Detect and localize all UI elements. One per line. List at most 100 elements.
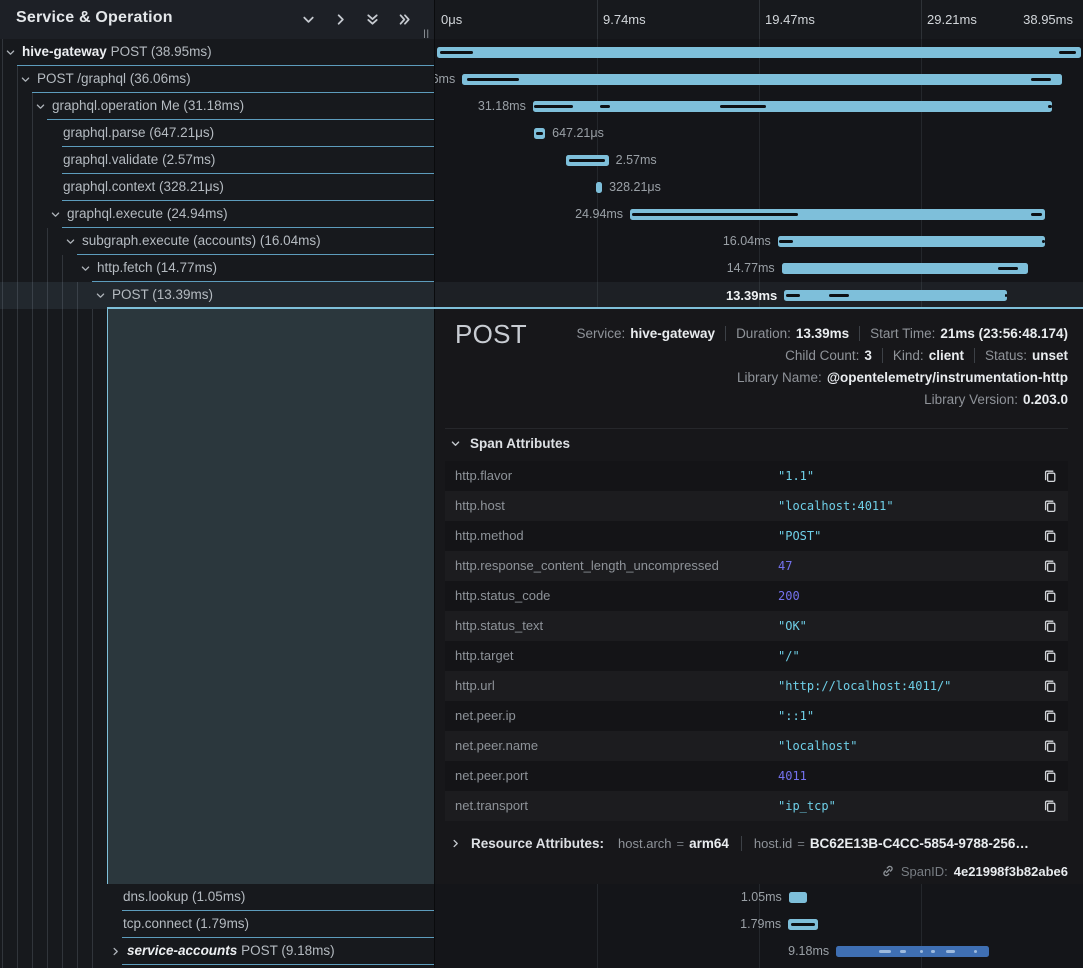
meta-label: Status:: [985, 348, 1027, 363]
span-tree-row[interactable]: graphql.parse (647.21μs): [0, 120, 434, 147]
span-duration-bar[interactable]: [596, 182, 602, 193]
chevron-down-icon[interactable]: [65, 236, 76, 247]
span-duration-bar[interactable]: [836, 946, 989, 957]
span-tree-row[interactable]: graphql.operation Me (31.18ms): [0, 93, 434, 120]
span-duration-bar[interactable]: [462, 74, 1062, 85]
meta-label: Service:: [576, 326, 625, 341]
copy-button[interactable]: [1042, 738, 1058, 754]
attribute-row: http.status_text"OK": [445, 611, 1068, 641]
bar-duration-label: 2.57ms: [616, 153, 657, 167]
span-tree-row[interactable]: subgraph.execute (accounts) (16.04ms): [0, 228, 434, 255]
span-duration-bar[interactable]: [789, 892, 807, 903]
span-bar-row[interactable]: 1.05ms: [435, 884, 1083, 911]
chevron-down-icon[interactable]: [50, 209, 61, 220]
span-bar-row[interactable]: 14.77ms: [435, 255, 1083, 282]
span-bar-row[interactable]: 13.39ms: [435, 282, 1083, 309]
ruler-tick-label: 38.95ms: [1023, 12, 1073, 27]
bar-detail-mark: [569, 159, 605, 162]
column-resize-handle[interactable]: ||: [423, 28, 430, 38]
attribute-row: net.peer.port4011: [445, 761, 1068, 791]
copy-button[interactable]: [1042, 708, 1058, 724]
copy-icon: [1042, 648, 1058, 664]
span-tree-row[interactable]: tcp.connect (1.79ms): [0, 911, 434, 938]
copy-button[interactable]: [1042, 618, 1058, 634]
bar-detail-mark: [1059, 51, 1076, 54]
copy-button[interactable]: [1042, 498, 1058, 514]
chevron-right-icon[interactable]: [450, 838, 461, 849]
span-bar-row[interactable]: 647.21μs: [435, 120, 1083, 147]
attribute-value: "1.1": [778, 469, 814, 483]
copy-icon: [1042, 498, 1058, 514]
span-duration-bar[interactable]: [788, 919, 818, 930]
copy-button[interactable]: [1042, 678, 1058, 694]
attribute-value: "ip_tcp": [778, 799, 836, 813]
span-tree-row[interactable]: graphql.validate (2.57ms): [0, 147, 434, 174]
span-bar-row[interactable]: 31.18ms: [435, 93, 1083, 120]
span-bar-row[interactable]: 2.57ms: [435, 147, 1083, 174]
span-bar-row[interactable]: 9.18ms: [435, 938, 1083, 965]
copy-button[interactable]: [1042, 588, 1058, 604]
span-row-underline: [122, 964, 434, 965]
indent-guide: [47, 228, 48, 968]
chevron-down-icon[interactable]: [301, 12, 316, 27]
meta-value: @opentelemetry/instrumentation-http: [827, 370, 1068, 385]
indent-guide: [62, 255, 63, 968]
bar-detail-mark: [440, 51, 473, 54]
span-meta: Service:hive-gatewayDuration:13.39msStar…: [576, 322, 1068, 410]
chevron-down-icon[interactable]: [80, 263, 91, 274]
span-tree-row[interactable]: graphql.context (328.21μs): [0, 174, 434, 201]
span-tree-row[interactable]: service-accounts POST (9.18ms): [0, 938, 434, 965]
span-duration-bar[interactable]: [566, 155, 609, 166]
span-bar-row[interactable]: 16.04ms: [435, 228, 1083, 255]
meta-value: 0.203.0: [1023, 392, 1068, 407]
meta-value: 13.39ms: [796, 326, 849, 341]
copy-button[interactable]: [1042, 648, 1058, 664]
attribute-row: net.peer.ip"::1": [445, 701, 1068, 731]
bar-duration-label: 24.94ms: [575, 207, 623, 221]
span-duration-bar[interactable]: [534, 128, 545, 139]
span-duration-bar[interactable]: [782, 263, 1028, 274]
copy-button[interactable]: [1042, 528, 1058, 544]
equals-sign: =: [677, 836, 685, 851]
copy-button[interactable]: [1042, 768, 1058, 784]
span-detail-panel: POST Service:hive-gatewayDuration:13.39m…: [435, 309, 1083, 884]
chevron-down-icon[interactable]: [5, 47, 16, 58]
span-label: hive-gateway POST (38.95ms): [22, 44, 212, 59]
span-bar-row[interactable]: 328.21μs: [435, 174, 1083, 201]
double-chevron-right-icon[interactable]: [397, 12, 412, 27]
resource-divider: [741, 836, 742, 851]
chevron-right-icon[interactable]: [110, 946, 121, 957]
span-tree-row[interactable]: graphql.execute (24.94ms): [0, 201, 434, 228]
span-duration-bar[interactable]: [533, 101, 1052, 112]
span-tree-row[interactable]: http.fetch (14.77ms): [0, 255, 434, 282]
timeline-ruler[interactable]: 0μs9.74ms19.47ms29.21ms38.95ms: [435, 0, 1083, 40]
copy-button[interactable]: [1042, 558, 1058, 574]
attribute-value: "localhost": [778, 739, 857, 753]
span-duration-bar[interactable]: [630, 209, 1045, 220]
chevron-down-icon[interactable]: [95, 290, 106, 301]
span-bar-row[interactable]: 24.94ms: [435, 201, 1083, 228]
attribute-key: net.peer.name: [455, 738, 538, 753]
span-tree-row[interactable]: dns.lookup (1.05ms): [0, 884, 434, 911]
chevron-down-icon[interactable]: [35, 101, 46, 112]
copy-button[interactable]: [1042, 468, 1058, 484]
operation-name: POST (38.95ms): [111, 44, 212, 59]
chevron-right-icon[interactable]: [333, 12, 348, 27]
span-tree-row[interactable]: hive-gateway POST (38.95ms): [0, 39, 434, 66]
ruler-tick-label: 9.74ms: [603, 12, 646, 27]
copy-button[interactable]: [1042, 798, 1058, 814]
ruler-tick-label: 29.21ms: [927, 12, 977, 27]
span-attributes-header[interactable]: Span Attributes: [450, 436, 570, 451]
span-bar-row[interactable]: 1.79ms: [435, 911, 1083, 938]
double-chevron-down-icon[interactable]: [365, 12, 380, 27]
meta-line: Library Version:0.203.0: [576, 388, 1068, 410]
chevron-down-icon[interactable]: [20, 74, 31, 85]
span-duration-bar[interactable]: [437, 47, 1081, 58]
span-duration-bar[interactable]: [784, 290, 1007, 301]
span-duration-bar[interactable]: [778, 236, 1045, 247]
link-icon[interactable]: [881, 864, 895, 878]
span-bar-row[interactable]: 36.06ms: [435, 66, 1083, 93]
span-bar-row[interactable]: [435, 39, 1083, 66]
span-tree-row[interactable]: POST /graphql (36.06ms): [0, 66, 434, 93]
span-tree-row[interactable]: POST (13.39ms): [0, 282, 434, 309]
